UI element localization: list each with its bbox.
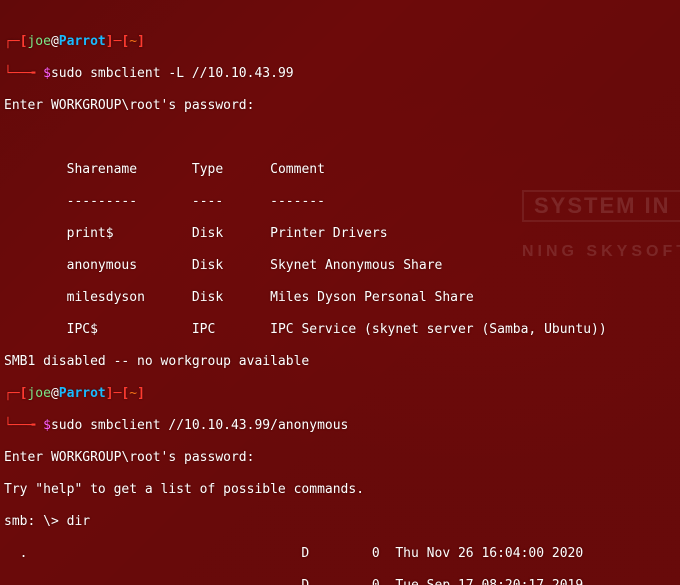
password-prompt: Enter WORKGROUP\root's password: — [4, 450, 676, 466]
prompt-line-1b: └──╼ $sudo smbclient -L //10.10.43.99 — [4, 66, 676, 82]
smb-dir-cmd: smb: \> dir — [4, 514, 676, 530]
dollar-icon: $ — [43, 66, 51, 81]
password-prompt: Enter WORKGROUP\root's password: — [4, 98, 676, 114]
dir-row: . D 0 Thu Nov 26 16:04:00 2020 — [4, 546, 676, 562]
share-row: anonymous Disk Skynet Anonymous Share — [4, 258, 676, 274]
prompt-user: joe — [27, 386, 50, 401]
prompt-host: Parrot — [59, 386, 106, 401]
bracket-icon: ] — [137, 34, 145, 49]
prompt-path: ~ — [129, 386, 137, 401]
col-sharename: Sharename — [67, 162, 137, 177]
blank-line — [4, 130, 676, 146]
prompt-at: @ — [51, 34, 59, 49]
prompt-at: @ — [51, 386, 59, 401]
prompt-line-1: ┌─[joe@Parrot]─[~] — [4, 34, 676, 50]
terminal[interactable]: ┌─[joe@Parrot]─[~] └──╼ $sudo smbclient … — [0, 0, 680, 585]
bracket-icon: ┌─[ — [4, 34, 27, 49]
share-row: milesdyson Disk Miles Dyson Personal Sha… — [4, 290, 676, 306]
bracket-icon: ] — [137, 386, 145, 401]
share-dash: --------- ---- ------- — [4, 194, 676, 210]
bracket-icon: └──╼ — [4, 418, 43, 433]
bracket-icon: ┌─[ — [4, 386, 27, 401]
prompt-host: Parrot — [59, 34, 106, 49]
prompt-user: joe — [27, 34, 50, 49]
command-text: sudo smbclient //10.10.43.99/anonymous — [51, 418, 348, 433]
help-hint: Try "help" to get a list of possible com… — [4, 482, 676, 498]
share-header: Sharename Type Comment — [4, 162, 676, 178]
share-row: print$ Disk Printer Drivers — [4, 226, 676, 242]
bracket-icon: └──╼ — [4, 66, 43, 81]
dollar-icon: $ — [43, 418, 51, 433]
col-comment: Comment — [270, 162, 325, 177]
bracket-icon: ]─[ — [106, 386, 129, 401]
command-text: sudo smbclient -L //10.10.43.99 — [51, 66, 294, 81]
prompt-line-2: ┌─[joe@Parrot]─[~] — [4, 386, 676, 402]
dir-row: .. D 0 Tue Sep 17 08:20:17 2019 — [4, 578, 676, 585]
prompt-path: ~ — [129, 34, 137, 49]
prompt-line-2b: └──╼ $sudo smbclient //10.10.43.99/anony… — [4, 418, 676, 434]
bracket-icon: ]─[ — [106, 34, 129, 49]
col-type: Type — [192, 162, 223, 177]
share-row: IPC$ IPC IPC Service (skynet server (Sam… — [4, 322, 676, 338]
smb1-disabled: SMB1 disabled -- no workgroup available — [4, 354, 676, 370]
